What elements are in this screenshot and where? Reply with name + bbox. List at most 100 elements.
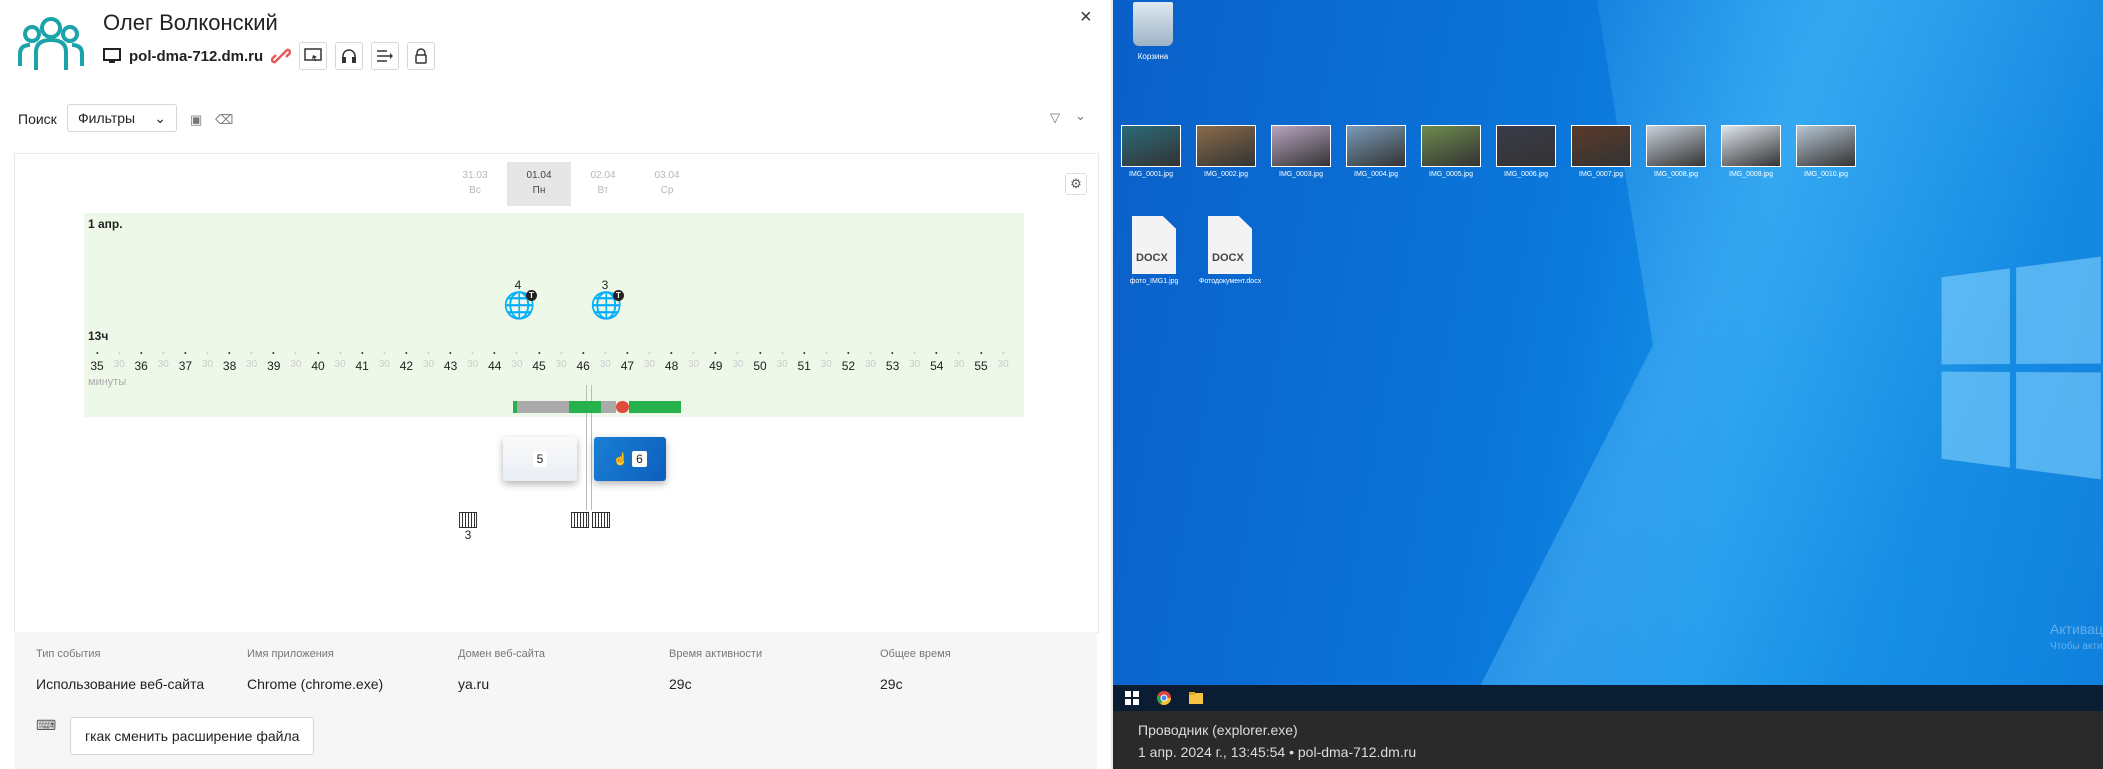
host-row: pol-dma-712.dm.ru	[103, 42, 436, 70]
remote-screen-icon	[304, 48, 322, 61]
activity-segment[interactable]	[629, 401, 681, 413]
doc-type-label: DOCX	[1212, 252, 1244, 264]
eraser-icon[interactable]: ⌫	[215, 112, 233, 128]
filters-dropdown[interactable]: Фильтры ⌄	[67, 104, 177, 132]
search-query-chip[interactable]: гкак сменить расширение файла	[70, 717, 315, 755]
date-tab-day: Пн	[532, 185, 546, 196]
screenshot-thumbnail[interactable]: 5	[503, 437, 577, 481]
filter-funnel-icon[interactable]: ▽	[1050, 110, 1060, 126]
badge-icon: T	[526, 290, 537, 301]
detail-value: ya.ru	[458, 676, 490, 692]
recycle-bin-icon	[1133, 2, 1173, 46]
desktop-photo-file[interactable]: IMG_0003.jpg	[1271, 125, 1331, 178]
date-tab-date: 02.04	[590, 170, 616, 181]
minute-tick: 37	[179, 352, 192, 373]
process-list-button[interactable]	[371, 42, 400, 70]
doc-type-label: DOCX	[1136, 252, 1168, 264]
remote-screen-button[interactable]	[299, 42, 328, 70]
save-icon[interactable]: ▣	[190, 112, 202, 128]
activation-line: Активаци	[2050, 621, 2103, 637]
process-event-marker[interactable]	[589, 512, 613, 528]
file-label: IMG_0003.jpg	[1279, 171, 1323, 178]
image-file-icon	[1196, 125, 1256, 167]
half-minute-tick: 30	[732, 352, 743, 370]
half-minute-tick: 30	[998, 352, 1009, 370]
session-panel: Олег Волконский pol-dma-712.dm.ru × Поис…	[0, 0, 1113, 769]
detail-head: Имя приложения	[247, 648, 334, 660]
process-event-marker[interactable]: 3	[456, 512, 480, 542]
detail-head: Время активности	[669, 648, 763, 660]
screenshot-thumbnail[interactable]: ☝ 6	[594, 437, 666, 481]
audio-button[interactable]	[335, 42, 364, 70]
detail-head: Общее время	[880, 648, 951, 660]
file-label: IMG_0006.jpg	[1504, 171, 1548, 178]
date-tab[interactable]: 31.03 Вс	[443, 162, 507, 206]
half-minute-tick: 30	[821, 352, 832, 370]
date-tab-day: Ср	[660, 185, 674, 196]
minute-tick: 41	[356, 352, 369, 373]
desktop-photo-file[interactable]: IMG_0005.jpg	[1421, 125, 1481, 178]
desktop-photo-file[interactable]: IMG_0006.jpg	[1496, 125, 1556, 178]
image-file-icon	[1721, 125, 1781, 167]
desktop-photo-file[interactable]: IMG_0002.jpg	[1196, 125, 1256, 178]
minute-tick: 51	[798, 352, 811, 373]
thumbnail-count: 5	[532, 451, 548, 467]
globe-event-marker[interactable]: 3 🌐 T	[590, 278, 624, 324]
activity-segment[interactable]	[601, 401, 616, 413]
image-file-icon	[1271, 125, 1331, 167]
minute-ticks: 35 30 36 30 37 30 38 30 39 30 40 30 41 30 42 30 43 30 44 30…	[0, 352, 1113, 373]
minute-tick: 42	[400, 352, 413, 373]
windows-start-icon[interactable]	[1125, 691, 1139, 705]
date-tab-day: Вт	[597, 185, 609, 196]
chevron-down-icon: ⌄	[154, 109, 166, 126]
desktop-photo-file[interactable]: IMG_0004.jpg	[1346, 125, 1406, 178]
minute-tick: 35	[90, 352, 103, 373]
globe-icon: 🌐 T	[503, 290, 537, 320]
search-label: Поиск	[18, 111, 57, 127]
detail-value: 29с	[669, 676, 692, 692]
detail-head: Тип события	[36, 648, 101, 660]
globe-icon: 🌐 T	[590, 290, 624, 320]
minute-tick: 40	[311, 352, 324, 373]
link-icon[interactable]	[271, 46, 292, 66]
process-count: 3	[464, 528, 472, 542]
close-icon[interactable]: ×	[1080, 6, 1092, 29]
desktop-photo-file[interactable]: IMG_0007.jpg	[1571, 125, 1631, 178]
recycle-bin[interactable]: Корзина	[1123, 2, 1183, 61]
detail-app-name: Имя приложения Chrome (chrome.exe)	[247, 648, 383, 692]
date-selector: 31.03 Вс 01.04 Пн 02.04 Вт 03.04 Ср	[443, 162, 699, 206]
date-tab[interactable]: 02.04 Вт	[571, 162, 635, 206]
minute-tick: 36	[135, 352, 148, 373]
desktop-photo-file[interactable]: IMG_0009.jpg	[1721, 125, 1781, 178]
file-explorer-icon[interactable]	[1189, 691, 1203, 705]
gear-icon[interactable]: ⚙	[1065, 173, 1087, 195]
desktop-photo-file[interactable]: IMG_0010.jpg	[1796, 125, 1856, 178]
activity-area	[84, 213, 1024, 417]
chrome-icon[interactable]	[1157, 691, 1171, 705]
activity-segment[interactable]	[517, 401, 569, 413]
desktop-photo-file[interactable]: IMG_0001.jpg	[1121, 125, 1181, 178]
desktop-photo-file[interactable]: IMG_0008.jpg	[1646, 125, 1706, 178]
minute-tick: 55	[974, 352, 987, 373]
desktop-doc-file[interactable]: DOCX фото_IMG1.jpg	[1123, 216, 1185, 285]
globe-event-marker[interactable]: 4 🌐 T	[503, 278, 537, 324]
recycle-bin-label: Корзина	[1137, 52, 1169, 61]
date-tab[interactable]: 01.04 Пн	[507, 162, 571, 206]
date-tab[interactable]: 03.04 Ср	[635, 162, 699, 206]
desktop-doc-file[interactable]: DOCX Фотодокумент.docx	[1199, 216, 1261, 285]
half-minute-tick: 30	[202, 352, 213, 370]
minute-tick: 47	[621, 352, 634, 373]
file-label: IMG_0002.jpg	[1204, 171, 1248, 178]
activation-watermark: Активаци Чтобы актив	[2050, 620, 2103, 656]
activity-segment[interactable]	[569, 401, 601, 413]
collapse-chevrons-icon[interactable]: ⌄	[1075, 108, 1086, 124]
minute-tick: 43	[444, 352, 457, 373]
badge-icon: T	[613, 290, 624, 301]
minute-tick: 38	[223, 352, 236, 373]
activity-segment[interactable]	[616, 401, 629, 413]
process-name: Проводник (explorer.exe)	[1138, 722, 1298, 738]
half-minute-tick: 30	[290, 352, 301, 370]
activation-line: Чтобы актив	[2050, 641, 2103, 652]
file-label: IMG_0004.jpg	[1354, 171, 1398, 178]
lock-button[interactable]	[407, 42, 436, 70]
